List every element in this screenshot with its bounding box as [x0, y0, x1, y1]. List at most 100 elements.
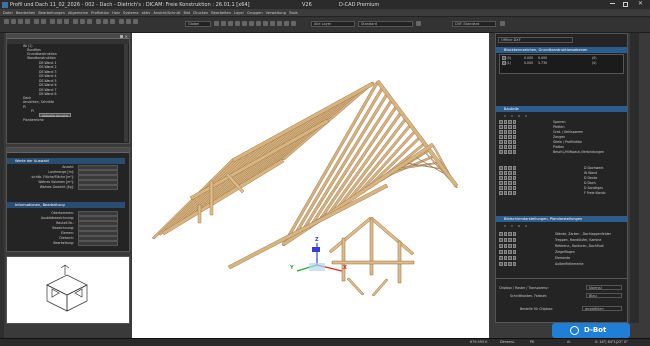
block-row[interactable]: (1) 0.000 5.730 (0): [502, 61, 622, 65]
value-field[interactable]: [78, 170, 118, 175]
subgroup-row[interactable]: F Freie Konstr.: [499, 191, 624, 195]
menu-item[interactable]: Allgemeine: [68, 11, 88, 15]
menu-item[interactable]: Verwaltung: [266, 11, 286, 15]
section-icon[interactable]: [242, 21, 247, 26]
chipbox-dropdown[interactable]: Normal: [586, 285, 622, 290]
menu-item[interactable]: Bearbeiten: [16, 11, 36, 15]
grid-icon[interactable]: [110, 19, 115, 24]
value-field[interactable]: [78, 180, 118, 185]
subgroup-row[interactable]: D Sonstiges: [499, 186, 624, 190]
menu-item[interactable]: Tools: [289, 11, 298, 15]
cut-icon[interactable]: [249, 21, 254, 26]
value-field[interactable]: [78, 185, 118, 190]
color-icon[interactable]: [256, 21, 261, 26]
display-row[interactable]: Elemente: [499, 256, 624, 260]
select-button[interactable]: auswählen: [582, 306, 622, 311]
tree-item[interactable]: Wandkonstruktion: [27, 56, 56, 60]
menu-item[interactable]: Bearbeitungen: [38, 11, 65, 15]
value-field[interactable]: [78, 216, 118, 221]
hidden-icon[interactable]: [228, 21, 233, 26]
subgroup-row[interactable]: W Wand: [499, 171, 624, 175]
render-icon[interactable]: [87, 19, 92, 24]
menu-item[interactable]: Profilation: [91, 11, 109, 15]
view-icon[interactable]: [73, 19, 78, 24]
colorset-dropdown[interactable]: Blau: [586, 293, 622, 298]
display-row[interactable]: Stände, Zarken - Dachlappenfelder: [499, 232, 624, 236]
pin-icon[interactable]: [120, 35, 123, 38]
pan-icon[interactable]: [57, 19, 62, 24]
section-header-blocks[interactable]: Blockkennzeichen, Grundkonstruktionseben…: [496, 47, 627, 53]
d-bot-button[interactable]: D-Bot: [552, 323, 630, 338]
measure-icon[interactable]: [96, 19, 101, 24]
visibility-icon[interactable]: [270, 21, 275, 26]
select-icon[interactable]: [103, 19, 108, 24]
tree-item[interactable]: DE-Wand 6: [39, 83, 56, 87]
part-row[interactable]: Beschl./Hilfsbaut./Verbindungen: [499, 150, 624, 154]
tree-item-selected[interactable]: Aktuelle Ansicht: [39, 113, 71, 118]
subgroup-row[interactable]: D Dachwerk: [499, 166, 624, 170]
display-row[interactable]: Referenz-, Konturen, Dachflust: [499, 244, 624, 248]
maximize-button[interactable]: [623, 2, 628, 7]
info-icon[interactable]: [291, 21, 296, 26]
value-field[interactable]: [78, 175, 118, 180]
value-field[interactable]: [78, 211, 118, 216]
block-row[interactable]: (0) 0.000 0.000 (0): [502, 56, 622, 60]
menu-item[interactable]: Datei: [3, 11, 13, 15]
section-header-parts[interactable]: Bauteile: [496, 106, 627, 112]
print-icon[interactable]: [25, 19, 30, 24]
value-field[interactable]: [78, 231, 118, 236]
tree-scrollbar[interactable]: [124, 44, 128, 142]
settings-icon[interactable]: [500, 21, 505, 26]
layer-dropdown[interactable]: Alle Layer: [311, 21, 355, 27]
wire-icon[interactable]: [221, 21, 226, 26]
zoom-icon[interactable]: [50, 19, 55, 24]
tree-item[interactable]: Pl: [23, 105, 26, 109]
tree-item[interactable]: DE-Wand 4: [39, 74, 56, 78]
part-row[interactable]: Pfetten: [499, 125, 624, 129]
part-row[interactable]: Grat- / Kehlsparren: [499, 130, 624, 134]
shade-icon[interactable]: [235, 21, 240, 26]
display-row[interactable]: Außenfiktlemente: [499, 262, 624, 266]
isolate-icon[interactable]: [277, 21, 282, 26]
part-row[interactable]: Stiele / Profilstäbe: [499, 140, 624, 144]
close-button[interactable]: ✕: [638, 0, 643, 7]
roof-model[interactable]: [132, 33, 489, 338]
right-scrollbar[interactable]: [630, 33, 639, 323]
value-field[interactable]: [78, 221, 118, 226]
menu-item[interactable]: Layer: [234, 11, 244, 15]
config-dropdown[interactable]: Offline DXF: [498, 37, 573, 43]
tree-item[interactable]: DE-Wand 8: [39, 92, 56, 96]
tree-item[interactable]: Planbereiche: [23, 118, 44, 122]
light-icon[interactable]: [126, 19, 131, 24]
part-row[interactable]: Sparren: [499, 120, 624, 124]
tree-item[interactable]: Pl: [31, 109, 34, 113]
filter-icon[interactable]: [214, 21, 219, 26]
dxf-dropdown[interactable]: DXF-Standard: [452, 21, 496, 27]
value-field[interactable]: [78, 236, 118, 241]
section-header-info[interactable]: Informationen, Bearbeitung: [7, 202, 125, 208]
redo-icon[interactable]: [41, 19, 46, 24]
layer-icon[interactable]: [80, 19, 85, 24]
display-row[interactable]: Ziegelflagen: [499, 250, 624, 254]
props-icon[interactable]: [416, 21, 421, 26]
value-field[interactable]: [78, 226, 118, 231]
scope-dropdown[interactable]: Globel: [185, 21, 211, 27]
tree-item[interactable]: DE-Wand 2: [39, 65, 56, 69]
section-header-display[interactable]: Bildschirmdarstellungen, Plandarstellung…: [496, 216, 627, 222]
style-dropdown[interactable]: Standard: [358, 21, 413, 27]
part-row[interactable]: Zangen: [499, 135, 624, 139]
menu-item[interactable]: Gruppen: [247, 11, 263, 15]
menu-item[interactable]: Bild: [184, 11, 191, 15]
texture-icon[interactable]: [263, 21, 268, 26]
new-icon[interactable]: [4, 19, 9, 24]
subgroup-row[interactable]: D Dach: [499, 181, 624, 185]
value-field[interactable]: [78, 165, 118, 170]
camera-icon[interactable]: [133, 19, 138, 24]
menu-item[interactable]: Systeme: [123, 11, 139, 15]
part-row[interactable]: Platten: [499, 145, 624, 149]
menu-item[interactable]: Drucken: [193, 11, 208, 15]
undo-icon[interactable]: [34, 19, 39, 24]
open-icon[interactable]: [11, 19, 16, 24]
menu-item[interactable]: Ansicht/Schnitt: [153, 11, 180, 15]
display-row[interactable]: Treppen, Handläufer, Kamine: [499, 238, 624, 242]
